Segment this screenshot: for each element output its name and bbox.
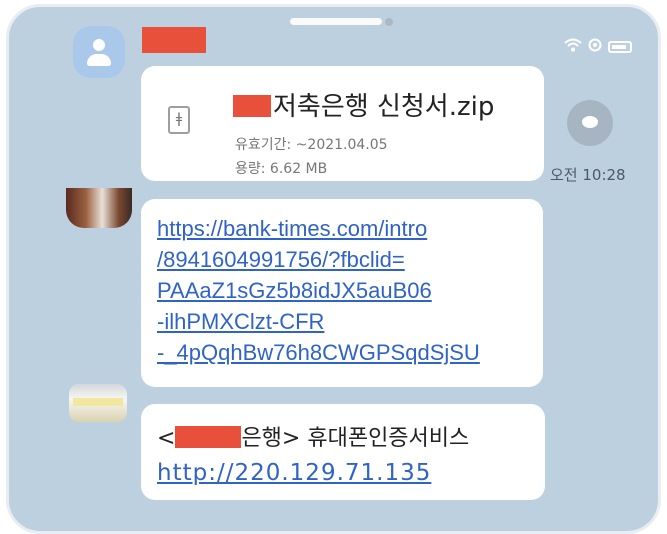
status-bar [564,37,632,57]
zip-file-icon: ǂ [168,106,190,134]
file-validity: 유효기간: ~2021.04.05 [235,137,388,153]
sms-message-bubble: < 은행> 휴대폰인증서비스 http://220.129.71.135 [141,404,545,500]
phishing-link[interactable]: https://bank-times.com/intro /8941604991… [157,213,527,368]
wifi-icon [564,37,582,57]
file-name-redaction [233,95,271,117]
file-name: 저축은행 신청서.zip [233,86,494,123]
share-button[interactable] [567,100,613,146]
avatar[interactable] [66,188,132,228]
sms-text: < 은행> 휴대폰인증서비스 [157,426,470,451]
battery-icon [608,41,632,53]
avatar-icon [93,39,105,51]
front-camera [385,18,393,26]
sms-link[interactable]: http://220.129.71.135 [157,460,529,486]
share-icon [582,116,598,128]
file-size: 용량: 6.62 MB [235,161,328,177]
message-time: 오전 10:28 [550,166,626,184]
alarm-icon [588,37,602,57]
speaker-slot [290,18,382,25]
avatar[interactable] [73,26,125,78]
sender-name-redaction [142,27,206,53]
link-message-bubble: https://bank-times.com/intro /8941604991… [141,199,543,387]
file-message-bubble[interactable]: ǂ 저축은행 신청서.zip 유효기간: ~2021.04.05 용량: 6.6… [141,66,544,181]
avatar[interactable] [69,384,127,422]
bank-name-redaction [175,426,242,448]
